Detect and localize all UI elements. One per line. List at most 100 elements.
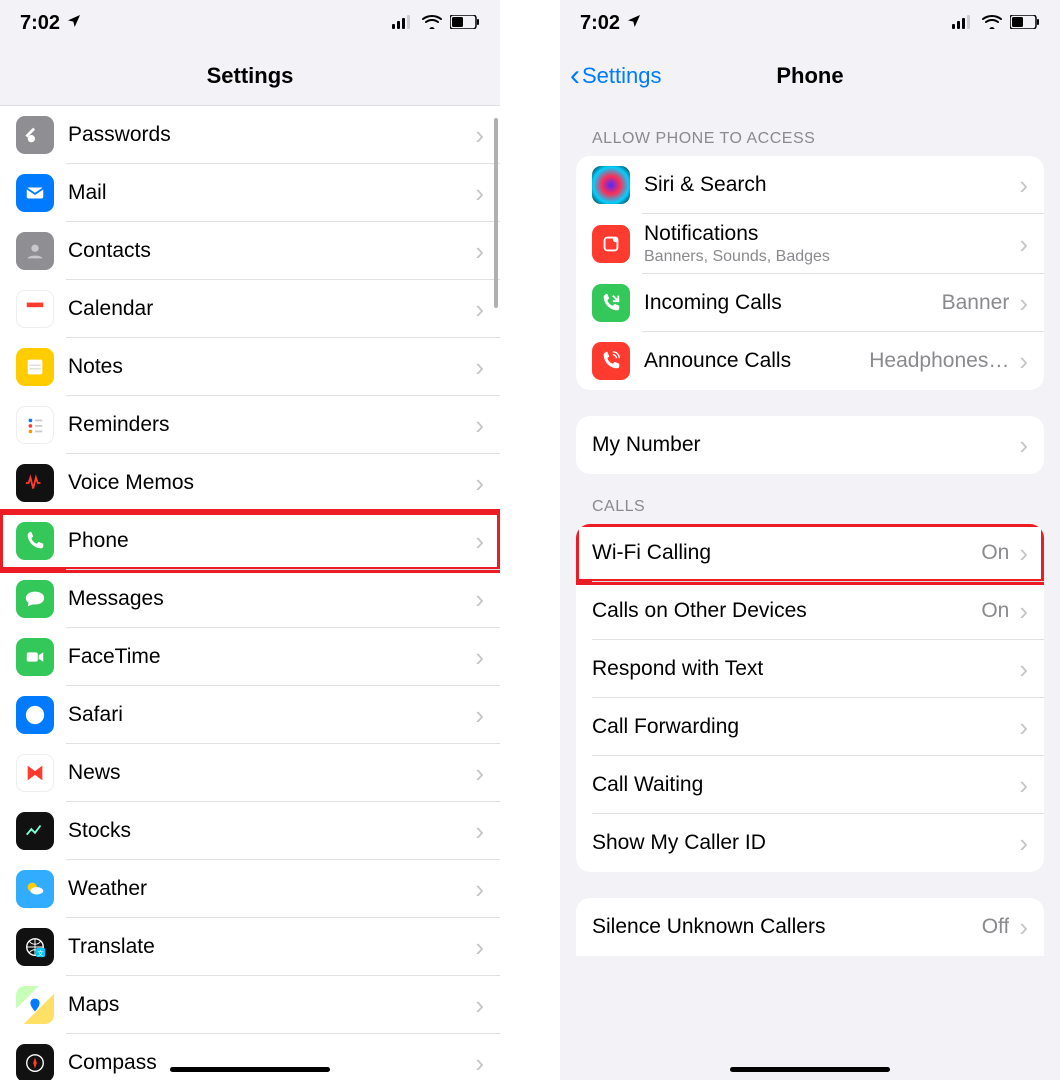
access-row-siri-search[interactable]: Siri & Search› (576, 156, 1044, 214)
settings-row-translate[interactable]: 文Translate› (0, 918, 500, 976)
chevron-right-icon: › (475, 758, 484, 789)
calls-row-calls-other-devices[interactable]: Calls on Other DevicesOn› (576, 582, 1044, 640)
row-label: FaceTime (68, 645, 161, 669)
settings-row-passwords[interactable]: Passwords› (0, 106, 500, 164)
settings-list[interactable]: Passwords›Mail›Contacts›Calendar›Notes›R… (0, 106, 500, 1080)
chevron-right-icon: › (1019, 712, 1028, 743)
row-label: Phone (68, 529, 129, 553)
settings-row-stocks[interactable]: Stocks› (0, 802, 500, 860)
row-label: Voice Memos (68, 471, 194, 495)
notes-icon (16, 348, 54, 386)
chevron-right-icon: › (475, 700, 484, 731)
chevron-right-icon: › (1019, 430, 1028, 461)
nav-title: Settings (207, 63, 294, 89)
home-indicator[interactable] (170, 1067, 330, 1072)
home-indicator[interactable] (730, 1067, 890, 1072)
row-label: Call Forwarding (592, 715, 739, 739)
voice-memos-icon (16, 464, 54, 502)
row-label: Reminders (68, 413, 170, 437)
settings-row-compass[interactable]: Compass› (0, 1034, 500, 1080)
compass-icon (16, 1044, 54, 1080)
row-label: Calendar (68, 297, 153, 321)
row-label: Passwords (68, 123, 171, 147)
weather-icon (16, 870, 54, 908)
calls-row-respond-with-text[interactable]: Respond with Text› (576, 640, 1044, 698)
silence-unknown-label: Silence Unknown Callers (592, 915, 825, 939)
status-bar: 7:02 (0, 0, 500, 46)
row-label: Notes (68, 355, 123, 379)
status-time: 7:02 (580, 12, 620, 35)
silence-unknown-value: Off (982, 915, 1010, 939)
wifi-icon (982, 12, 1002, 35)
chevron-right-icon: › (1019, 288, 1028, 319)
chevron-right-icon: › (1019, 596, 1028, 627)
row-value: On (981, 541, 1009, 565)
nav-title: Phone (776, 63, 843, 89)
access-group: Siri & Search›NotificationsBanners, Soun… (576, 156, 1044, 390)
siri-search-icon (592, 166, 630, 204)
back-button[interactable]: ‹ Settings (570, 61, 662, 91)
calls-row-call-waiting[interactable]: Call Waiting› (576, 756, 1044, 814)
passwords-icon (16, 116, 54, 154)
settings-row-reminders[interactable]: Reminders› (0, 396, 500, 454)
chevron-right-icon: › (1019, 828, 1028, 859)
settings-row-safari[interactable]: Safari › (0, 686, 500, 744)
scroll-indicator[interactable] (494, 118, 498, 308)
chevron-right-icon: › (475, 352, 484, 383)
contacts-icon (16, 232, 54, 270)
chevron-right-icon: › (475, 642, 484, 673)
access-row-notifications[interactable]: NotificationsBanners, Sounds, Badges› (576, 214, 1044, 274)
row-value: On (981, 599, 1009, 623)
translate-icon: 文 (16, 928, 54, 966)
row-label: Show My Caller ID (592, 831, 766, 855)
settings-row-weather[interactable]: Weather› (0, 860, 500, 918)
row-label: Notifications (644, 222, 830, 246)
calls-row-wifi-calling[interactable]: Wi-Fi CallingOn› (576, 524, 1044, 582)
settings-row-phone[interactable]: Phone› (0, 512, 500, 570)
row-label: Stocks (68, 819, 131, 843)
chevron-right-icon: › (475, 584, 484, 615)
settings-row-maps[interactable]: Maps› (0, 976, 500, 1034)
settings-row-messages[interactable]: Messages› (0, 570, 500, 628)
chevron-right-icon: › (475, 990, 484, 1021)
row-label: Weather (68, 877, 147, 901)
chevron-right-icon: › (1019, 912, 1028, 943)
my-number-row[interactable]: My Number › (576, 416, 1044, 474)
wifi-icon (422, 12, 442, 35)
chevron-right-icon: › (475, 468, 484, 499)
access-row-incoming-calls[interactable]: Incoming CallsBanner› (576, 274, 1044, 332)
settings-row-mail[interactable]: Mail› (0, 164, 500, 222)
chevron-right-icon: › (475, 178, 484, 209)
facetime-icon (16, 638, 54, 676)
row-value: Headphones… (869, 349, 1009, 373)
chevron-right-icon: › (1019, 538, 1028, 569)
calls-row-call-forwarding[interactable]: Call Forwarding › (576, 698, 1044, 756)
row-value: Banner (942, 291, 1010, 315)
notifications-icon (592, 225, 630, 263)
cell-signal-icon (952, 12, 974, 35)
chevron-right-icon: › (1019, 229, 1028, 260)
settings-row-facetime[interactable]: FaceTime › (0, 628, 500, 686)
calls-row-show-caller-id[interactable]: Show My Caller ID › (576, 814, 1044, 872)
settings-row-calendar[interactable]: Calendar› (0, 280, 500, 338)
settings-row-contacts[interactable]: Contacts› (0, 222, 500, 280)
cell-signal-icon (392, 12, 414, 35)
settings-screen: 7:02 Settings Passwords›Mail›Contacts›Ca… (0, 0, 500, 1080)
settings-row-voice-memos[interactable]: Voice Memos › (0, 454, 500, 512)
nav-bar: ‹ Settings Phone (560, 46, 1060, 106)
stocks-icon (16, 812, 54, 850)
access-row-announce-calls[interactable]: Announce CallsHeadphones…› (576, 332, 1044, 390)
chevron-left-icon: ‹ (570, 61, 580, 91)
row-label: Safari (68, 703, 123, 727)
my-number-group: My Number › (576, 416, 1044, 474)
back-label: Settings (582, 63, 662, 89)
svg-text:文: 文 (37, 948, 44, 957)
silence-unknown-row[interactable]: Silence Unknown Callers Off › (576, 898, 1044, 956)
settings-row-notes[interactable]: Notes › (0, 338, 500, 396)
chevron-right-icon: › (475, 236, 484, 267)
settings-row-news[interactable]: News› (0, 744, 500, 802)
chevron-right-icon: › (1019, 770, 1028, 801)
chevron-right-icon: › (475, 1048, 484, 1079)
row-label: Siri & Search (644, 173, 767, 197)
my-number-label: My Number (592, 433, 701, 457)
